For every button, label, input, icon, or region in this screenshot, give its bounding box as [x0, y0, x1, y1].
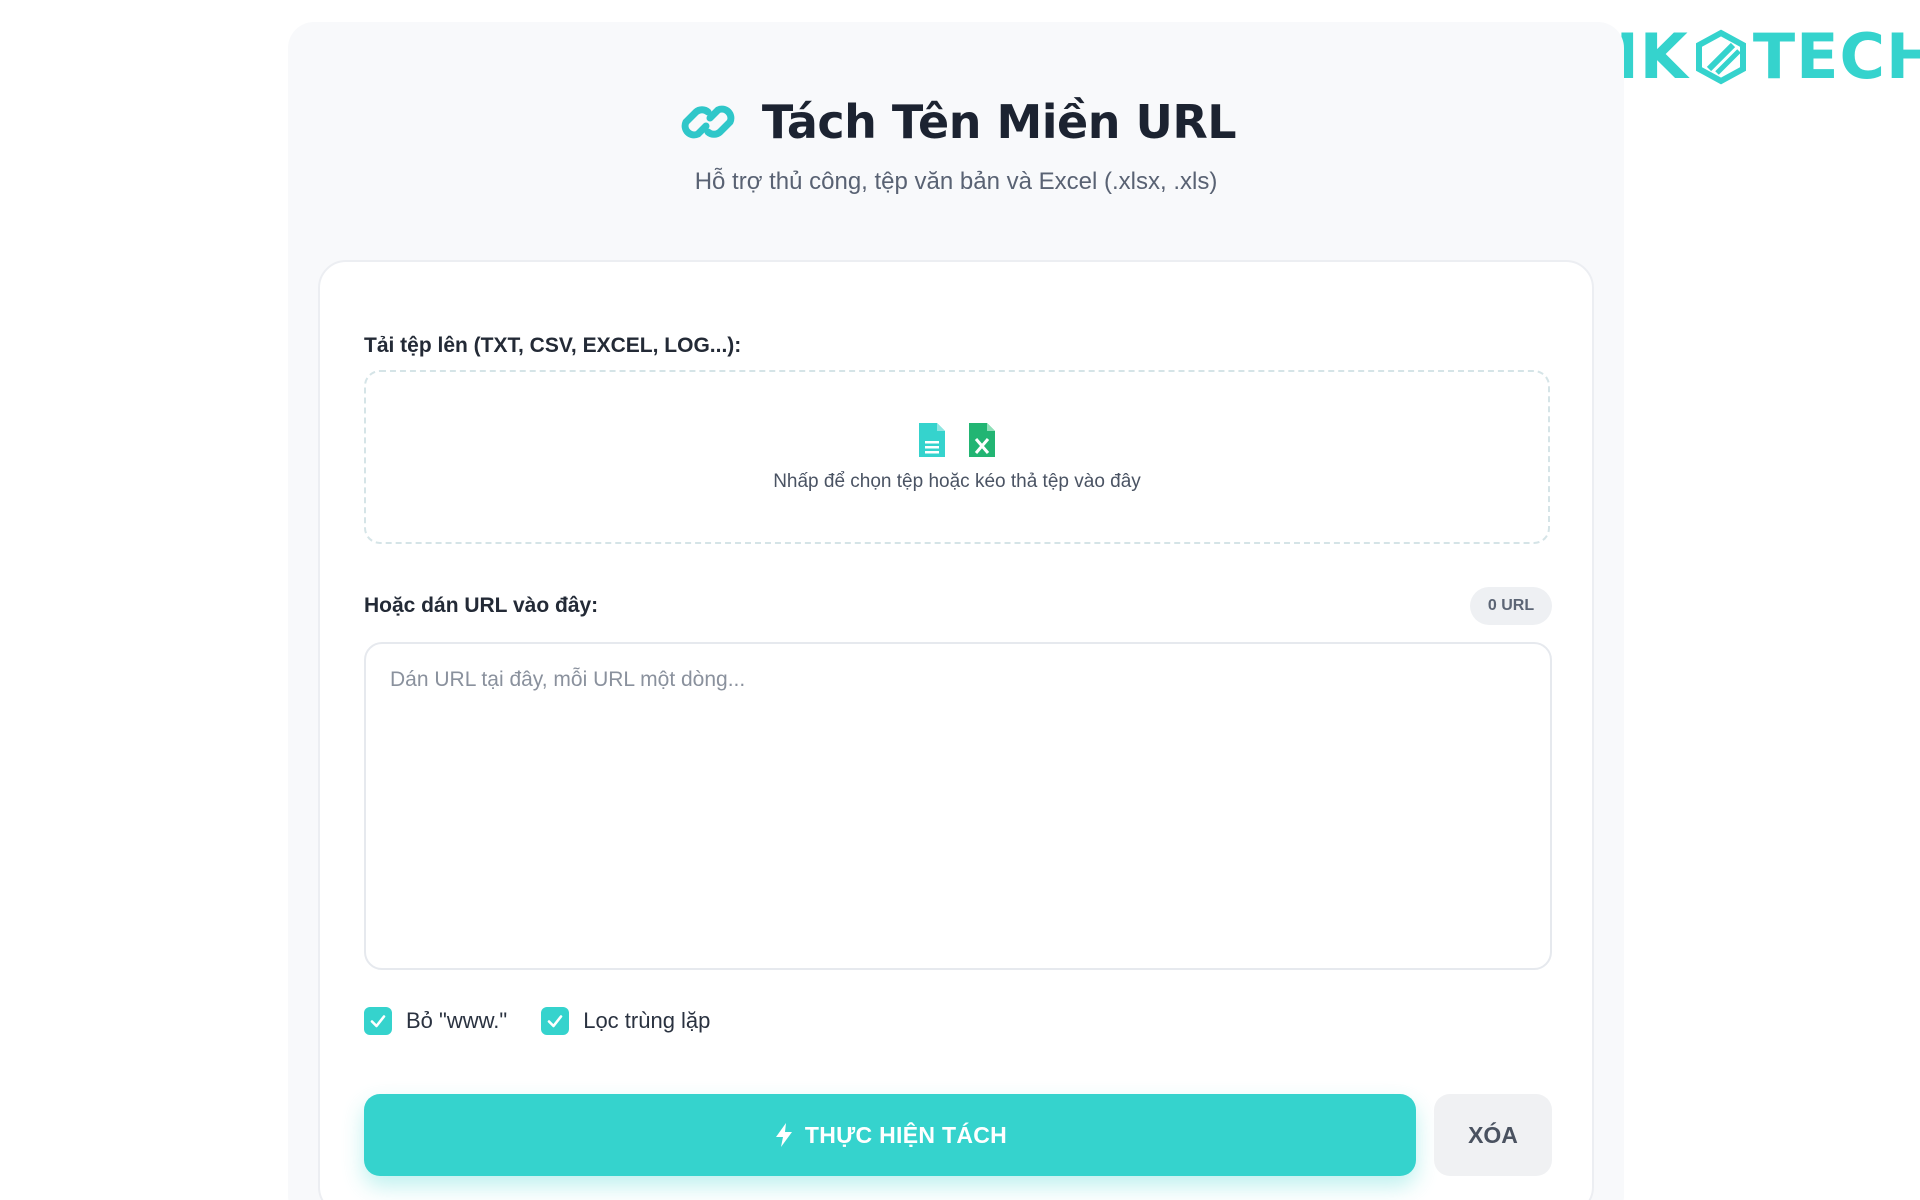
clear-button[interactable]: XÓA: [1434, 1094, 1552, 1176]
dropzone-text: Nhấp để chọn tệp hoặc kéo thả tệp vào đâ…: [773, 471, 1141, 492]
form-card: Tải tệp lên (TXT, CSV, EXCEL, LOG...): N…: [318, 260, 1594, 1200]
bolt-icon: [775, 1123, 792, 1147]
excel-file-icon: [969, 423, 995, 457]
url-textarea[interactable]: [364, 642, 1552, 970]
extract-button[interactable]: THỰC HIỆN TÁCH: [364, 1094, 1416, 1176]
logo-text-right: TECH: [1752, 20, 1920, 93]
options-row: Bỏ "www." Lọc trùng lặp: [364, 1007, 710, 1035]
extract-button-label: THỰC HIỆN TÁCH: [804, 1121, 1008, 1148]
remove-www-checkbox[interactable]: [364, 1007, 392, 1035]
file-dropzone[interactable]: Nhấp để chọn tệp hoặc kéo thả tệp vào đâ…: [364, 370, 1550, 544]
main-panel: Tách Tên Miền URL Hỗ trợ thủ công, tệp v…: [288, 22, 1624, 1200]
dedupe-option[interactable]: Lọc trùng lặp: [541, 1007, 710, 1035]
file-type-icons: [917, 421, 997, 459]
url-count-badge: 0 URL: [1470, 587, 1552, 625]
check-icon: [547, 1015, 563, 1028]
dedupe-checkbox[interactable]: [541, 1007, 570, 1035]
remove-www-label: Bỏ "www.": [406, 1008, 508, 1033]
check-icon: [370, 1015, 386, 1028]
dedupe-label: Lọc trùng lặp: [583, 1008, 711, 1033]
logo-mark-icon: [1695, 29, 1746, 85]
page-header: Tách Tên Miền URL: [288, 90, 1624, 154]
remove-www-option[interactable]: Bỏ "www.": [364, 1007, 507, 1035]
paste-label: Hoặc dán URL vào đây:: [364, 594, 599, 617]
page-title: Tách Tên Miền URL: [761, 95, 1237, 149]
text-file-icon: [919, 423, 945, 457]
upload-label: Tải tệp lên (TXT, CSV, EXCEL, LOG...):: [364, 334, 742, 357]
clear-button-label: XÓA: [1468, 1121, 1518, 1148]
page-subtitle: Hỗ trợ thủ công, tệp văn bản và Excel (.…: [694, 168, 1218, 195]
link-icon: [681, 105, 735, 139]
